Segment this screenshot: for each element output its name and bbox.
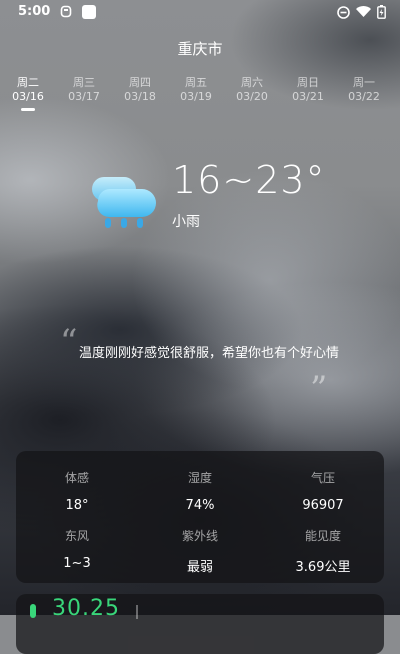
detail-wind: 东风 1~3 <box>16 527 138 571</box>
detail-pressure: 气压 96907 <box>262 469 384 513</box>
close-quote-icon: ” <box>310 369 328 409</box>
detail-label: 湿度 <box>187 471 212 485</box>
day-tab[interactable]: 周日 03/21 <box>283 74 333 103</box>
cloud-rain-icon <box>80 156 160 231</box>
weather-details-card: 体感 18° 湿度 74% 气压 96907 东风 1~3 紫外线 最弱 能见度… <box>16 451 384 583</box>
detail-value: 3.69公里 <box>295 560 351 575</box>
aqi-value: 30.25 <box>52 596 120 621</box>
detail-humidity: 湿度 74% <box>139 469 261 513</box>
status-bar: 5:00 <box>0 0 400 24</box>
status-time: 5:00 <box>18 4 51 19</box>
aqi-indicator <box>30 604 36 618</box>
day-weekday: 周日 <box>297 76 319 89</box>
detail-uv: 紫外线 最弱 <box>139 527 261 575</box>
day-tab[interactable]: 周六 03/20 <box>227 74 277 103</box>
battery-icon <box>377 5 386 23</box>
detail-label: 能见度 <box>304 529 341 543</box>
detail-label: 紫外线 <box>181 529 218 543</box>
day-weekday: 周五 <box>185 76 207 89</box>
day-tab[interactable]: 周二 03/16 <box>3 74 53 111</box>
day-weekday: 周三 <box>73 76 95 89</box>
detail-label: 气压 <box>310 471 335 485</box>
detail-label: 体感 <box>64 471 89 485</box>
do-not-disturb-icon <box>337 5 350 23</box>
day-tab[interactable]: 周一 03/22 <box>339 74 389 103</box>
day-selector: 周二 03/16 周三 03/17 周四 03/18 周五 03/19 周六 0… <box>0 74 400 114</box>
temperature-range: 16~23° <box>172 158 326 202</box>
detail-value: 最弱 <box>186 560 213 575</box>
app-notification-icon <box>82 5 96 23</box>
wifi-icon <box>356 6 371 22</box>
day-tab[interactable]: 周四 03/18 <box>115 74 165 103</box>
air-quality-card[interactable]: 30.25 <box>16 594 384 654</box>
city-title[interactable]: 重庆市 <box>0 38 400 59</box>
notification-icon <box>60 5 72 22</box>
day-date: 03/17 <box>68 90 100 103</box>
weather-quote: 温度刚刚好感觉很舒服，希望你也有个好心情 <box>79 346 340 361</box>
day-date: 03/16 <box>12 90 44 103</box>
divider <box>136 605 138 619</box>
day-date: 03/19 <box>180 90 212 103</box>
day-weekday: 周一 <box>353 76 375 89</box>
detail-value: 18° <box>65 498 89 513</box>
day-tab[interactable]: 周五 03/19 <box>171 74 221 103</box>
detail-feels-like: 体感 18° <box>16 469 138 513</box>
weather-condition: 小雨 <box>172 214 200 230</box>
detail-value: 74% <box>185 498 215 513</box>
day-weekday: 周二 <box>17 76 39 89</box>
day-date: 03/20 <box>236 90 268 103</box>
day-date: 03/18 <box>124 90 156 103</box>
day-tab[interactable]: 周三 03/17 <box>59 74 109 103</box>
day-date: 03/22 <box>348 90 380 103</box>
day-weekday: 周六 <box>241 76 263 89</box>
detail-value: 1~3 <box>63 556 91 571</box>
open-quote-icon: “ <box>60 322 78 362</box>
day-date: 03/21 <box>292 90 324 103</box>
detail-label: 东风 <box>64 529 89 543</box>
detail-visibility: 能见度 3.69公里 <box>262 527 384 575</box>
day-weekday: 周四 <box>129 76 151 89</box>
detail-value: 96907 <box>302 498 344 513</box>
